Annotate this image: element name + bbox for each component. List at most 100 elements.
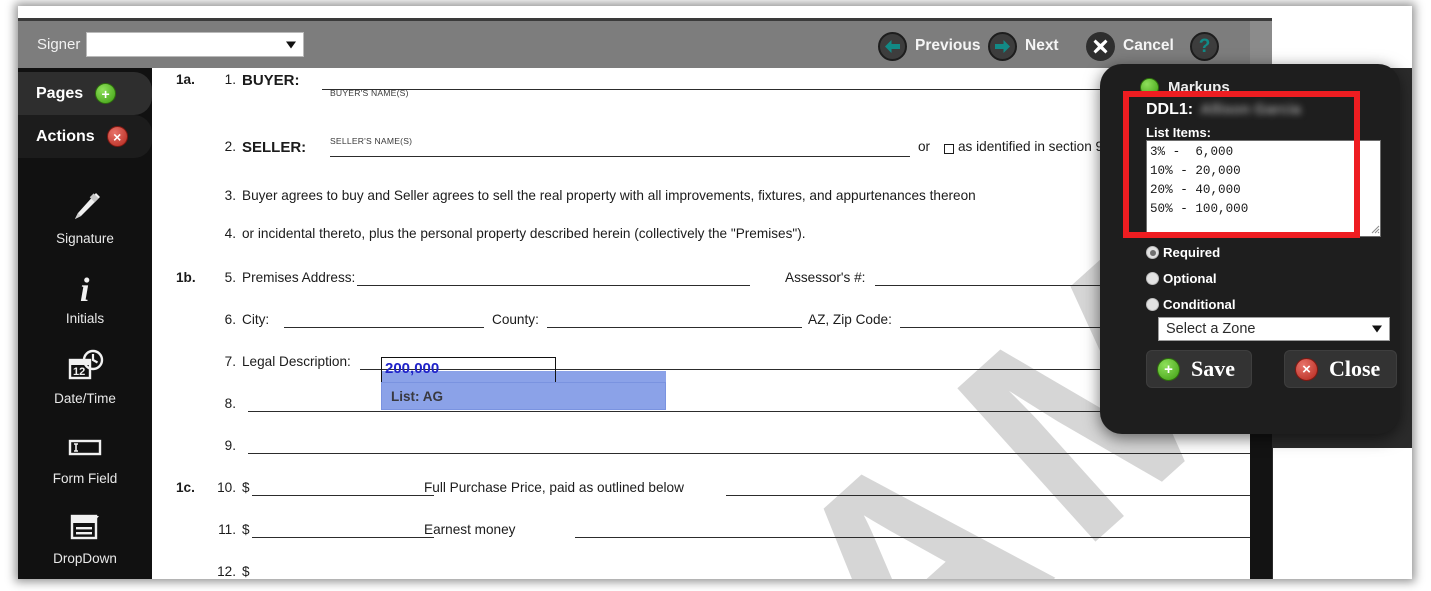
- line-text: Legal Description:: [242, 354, 351, 369]
- chevron-down-icon: [286, 41, 296, 48]
- sidebar-tab-pages[interactable]: Pages +: [18, 72, 152, 115]
- radio-optional[interactable]: Optional: [1146, 271, 1216, 286]
- previous-button[interactable]: Previous: [878, 31, 980, 61]
- sidebar-item-initials-label: Initials: [65, 311, 105, 326]
- help-button[interactable]: ?: [1190, 31, 1219, 61]
- line-number: 7.: [224, 354, 236, 369]
- close-button[interactable]: × Close: [1284, 350, 1398, 388]
- signer-dropdown[interactable]: [86, 32, 304, 57]
- as-identified-label: as identified in section 9c.: [958, 139, 1114, 154]
- list-items-textarea[interactable]: 3% - 6,000 10% - 20,000 20% - 40,000 50%…: [1146, 140, 1381, 237]
- application-window: Signer Previous Next Cancel ? Pages + Ac…: [18, 6, 1412, 579]
- zone-dropdown-value: Select a Zone: [1166, 321, 1256, 337]
- right-panel-toolbar-strip: [1250, 18, 1272, 68]
- line-text: $: [242, 522, 250, 537]
- italic-i-icon: i: [70, 266, 100, 306]
- chevron-down-icon: [1372, 325, 1382, 333]
- line-number: 2.: [224, 139, 236, 154]
- list-ag-form-field[interactable]: List: AG: [381, 382, 666, 410]
- markups-row[interactable]: Markups: [1140, 78, 1230, 97]
- line-number: 1.: [224, 72, 236, 87]
- list-ag-field-value: List: AG: [391, 389, 443, 404]
- line-number: 12.: [217, 564, 236, 579]
- sidebar-tab-pages-label: Pages: [36, 84, 84, 102]
- list-items-label: List Items:: [1146, 125, 1212, 140]
- remove-action-icon[interactable]: ×: [106, 126, 128, 147]
- line-text: Buyer agrees to buy and Seller agrees to…: [242, 188, 976, 203]
- dialog-title: DDL1: Allison Garcia: [1146, 101, 1301, 119]
- zone-dropdown[interactable]: Select a Zone: [1158, 317, 1390, 341]
- document-viewer[interactable]: SAMPLE 1a. 1. BUYER: BUYER'S NAME(S) 2. …: [152, 68, 1250, 579]
- cancel-label: Cancel: [1123, 37, 1174, 54]
- sidebar-item-signature-label: Signature: [56, 231, 114, 246]
- top-toolbar: Signer Previous Next Cancel ?: [18, 18, 1250, 68]
- left-sidebar: Pages + Actions × Signature i Initials 1…: [18, 68, 152, 579]
- close-button-label: Close: [1329, 356, 1381, 381]
- radio-conditional[interactable]: Conditional: [1146, 297, 1236, 312]
- svg-text:i: i: [80, 272, 90, 306]
- line-text: BUYER:: [242, 72, 300, 89]
- county-label: County:: [492, 312, 539, 327]
- radio-conditional-icon: [1146, 298, 1159, 311]
- line-number: 5.: [224, 270, 236, 285]
- markups-icon: [1140, 78, 1159, 97]
- line-number: 6.: [224, 312, 236, 327]
- buyer-name-caption: BUYER'S NAME(S): [330, 88, 409, 98]
- assessor-label: Assessor's #:: [785, 270, 866, 285]
- next-button[interactable]: Next: [988, 31, 1059, 61]
- cancel-button[interactable]: Cancel: [1086, 31, 1174, 61]
- line-number: 9.: [224, 438, 236, 453]
- section-marker: 1c.: [176, 480, 195, 495]
- earnest-money-label: Earnest money: [424, 522, 516, 537]
- save-button[interactable]: + Save: [1146, 350, 1252, 388]
- line-text: $: [242, 564, 250, 579]
- close-x-icon: ×: [1295, 357, 1318, 381]
- zip-label: AZ, Zip Code:: [808, 312, 892, 327]
- svg-text:12: 12: [73, 366, 85, 378]
- seller-name-caption: SELLER'S NAME(S): [330, 136, 413, 146]
- sidebar-item-form-field-label: Form Field: [52, 471, 118, 486]
- line-text: City:: [242, 312, 270, 327]
- dialog-title-signer-name: Allison Garcia: [1200, 101, 1301, 118]
- radio-conditional-label: Conditional: [1163, 297, 1236, 312]
- sidebar-item-datetime[interactable]: 12 Date/Time: [18, 346, 152, 406]
- right-panel-page-margin-bottom: [1272, 448, 1412, 579]
- or-label: or: [918, 139, 931, 154]
- line-number: 3.: [224, 188, 236, 203]
- calendar-clock-icon: 12: [65, 346, 105, 386]
- line-text: SELLER:: [242, 139, 307, 156]
- add-page-icon[interactable]: +: [95, 83, 117, 104]
- previous-label: Previous: [915, 37, 981, 54]
- radio-required-icon: [1146, 246, 1159, 259]
- dialog-title-prefix: DDL1:: [1146, 101, 1194, 118]
- line-number: 10.: [217, 480, 236, 495]
- as-identified-checkbox[interactable]: [944, 144, 954, 154]
- section-marker: 1a.: [176, 72, 195, 87]
- arrow-right-icon: [988, 31, 1017, 61]
- radio-required[interactable]: Required: [1146, 245, 1220, 260]
- dropdown-properties-dialog: Markups DDL1: Allison Garcia List Items:…: [1100, 64, 1400, 434]
- question-mark-icon: ?: [1190, 31, 1219, 61]
- line-number: 11.: [218, 522, 236, 537]
- radio-optional-label: Optional: [1163, 271, 1217, 286]
- line-number: 8.: [224, 396, 236, 411]
- sidebar-item-initials[interactable]: i Initials: [18, 266, 152, 326]
- sidebar-item-signature[interactable]: Signature: [18, 186, 152, 246]
- radio-optional-icon: [1146, 272, 1159, 285]
- sidebar-item-form-field[interactable]: Form Field: [18, 426, 152, 486]
- sidebar-item-dropdown[interactable]: DropDown: [18, 506, 152, 566]
- sidebar-tab-actions[interactable]: Actions ×: [18, 115, 152, 158]
- right-panel-page-margin-top: [1272, 18, 1412, 68]
- markups-label: Markups: [1168, 79, 1230, 96]
- line-text: or incidental thereto, plus the personal…: [242, 226, 806, 241]
- arrow-left-icon: [878, 31, 907, 61]
- document-page: SAMPLE 1a. 1. BUYER: BUYER'S NAME(S) 2. …: [152, 68, 1250, 579]
- sidebar-tab-actions-label: Actions: [36, 127, 95, 145]
- sidebar-item-datetime-label: Date/Time: [54, 391, 116, 406]
- right-panel-divider: [1272, 448, 1273, 579]
- line-text: $: [242, 480, 250, 495]
- sidebar-item-dropdown-label: DropDown: [53, 551, 117, 566]
- full-purchase-label: Full Purchase Price, paid as outlined be…: [424, 480, 684, 495]
- dropdown-list-icon: [66, 506, 104, 546]
- close-x-icon: [1086, 31, 1115, 61]
